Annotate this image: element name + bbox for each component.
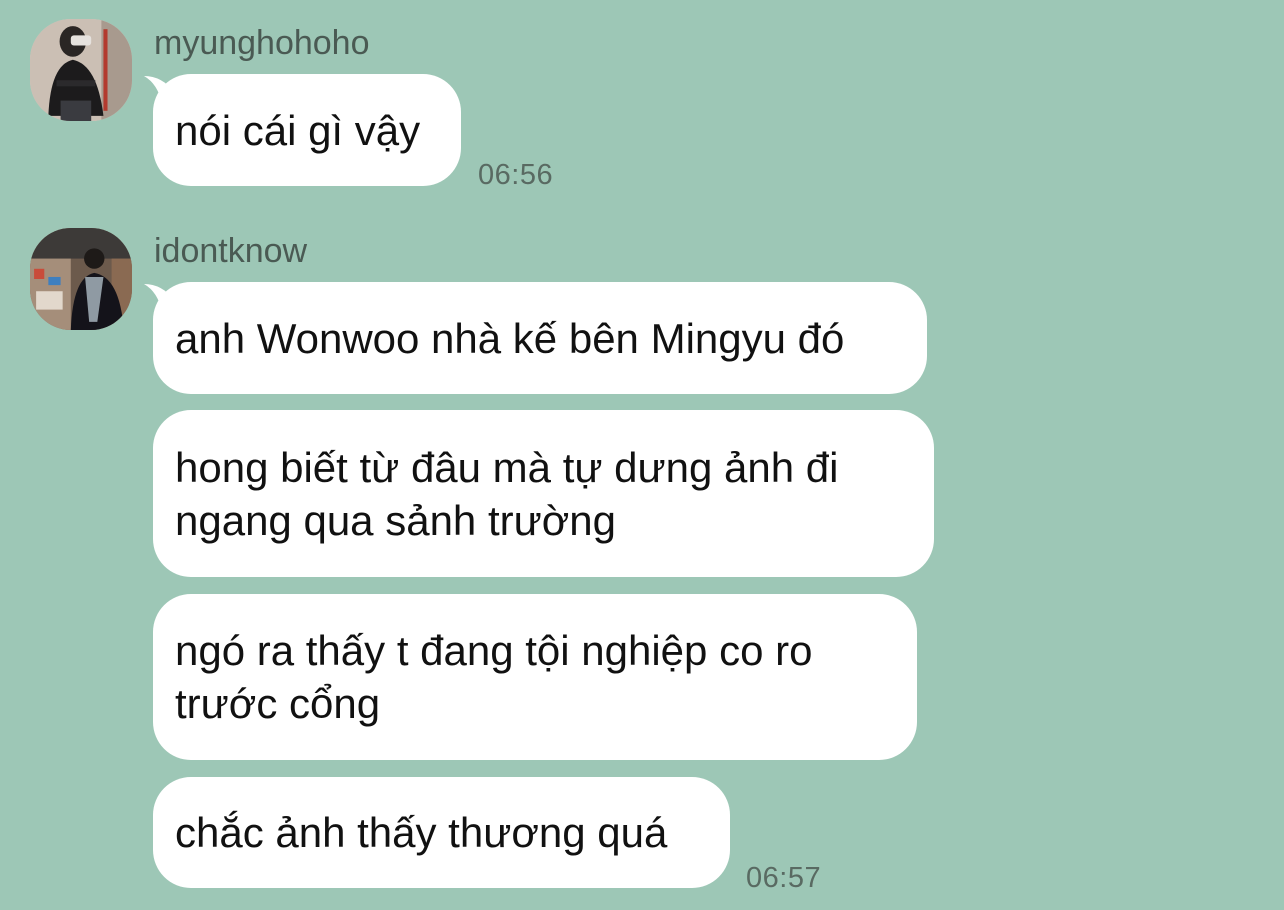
sender-name: myunghohoho	[154, 24, 370, 62]
message-bubble[interactable]: ngó ra thấy t đang tội nghiệp co ro trướ…	[153, 594, 917, 760]
profile-photo-icon	[30, 228, 132, 330]
profile-photo-icon	[30, 19, 132, 121]
avatar-idontknow[interactable]	[30, 228, 132, 330]
message-bubble[interactable]: chắc ảnh thấy thương quá	[153, 777, 730, 888]
avatar-myunghohoho[interactable]	[30, 19, 132, 121]
message-timestamp: 06:56	[478, 159, 554, 191]
message-bubble[interactable]: anh Wonwoo nhà kế bên Mingyu đó	[153, 282, 927, 394]
message-text: nói cái gì vậy	[175, 106, 421, 154]
sender-name: idontknow	[154, 232, 308, 270]
message-text: hong biết từ đâu mà tự dưng ảnh đi ngang…	[175, 443, 839, 544]
message-text: anh Wonwoo nhà kế bên Mingyu đó	[175, 314, 845, 362]
message-bubble[interactable]: nói cái gì vậy	[153, 74, 461, 186]
message-timestamp: 06:57	[746, 862, 822, 894]
message-bubble[interactable]: hong biết từ đâu mà tự dưng ảnh đi ngang…	[153, 410, 934, 577]
message-text: ngó ra thấy t đang tội nghiệp co ro trướ…	[175, 627, 813, 727]
message-text: chắc ảnh thấy thương quá	[175, 809, 668, 856]
